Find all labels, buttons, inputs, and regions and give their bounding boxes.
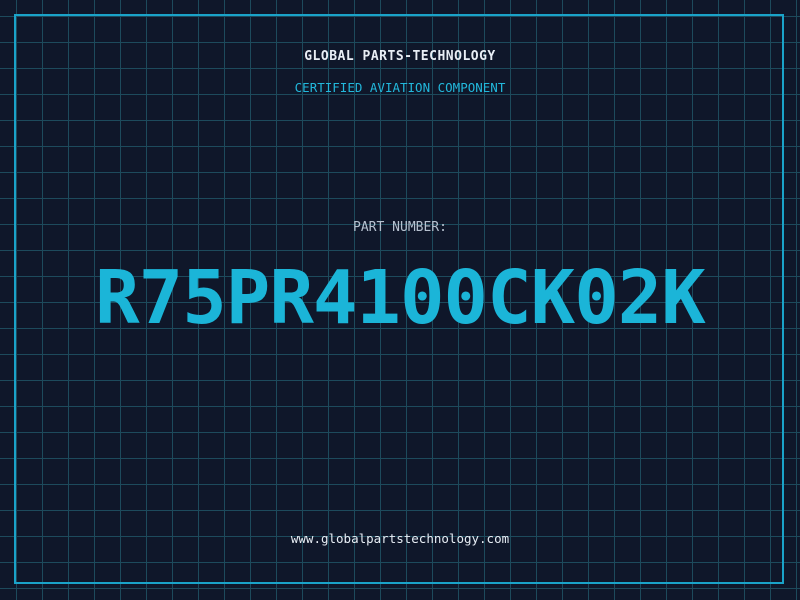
part-number-label: PART NUMBER: — [353, 220, 447, 235]
certification-subtitle: CERTIFIED AVIATION COMPONENT — [294, 80, 506, 95]
company-name: GLOBAL PARTS-TECHNOLOGY — [304, 49, 496, 64]
website-url: www.globalpartstechnology.com — [290, 531, 510, 546]
part-number-value: R75PR4100CK02K — [95, 255, 706, 341]
part-label-card: GLOBAL PARTS-TECHNOLOGY CERTIFIED AVIATI… — [0, 0, 800, 600]
